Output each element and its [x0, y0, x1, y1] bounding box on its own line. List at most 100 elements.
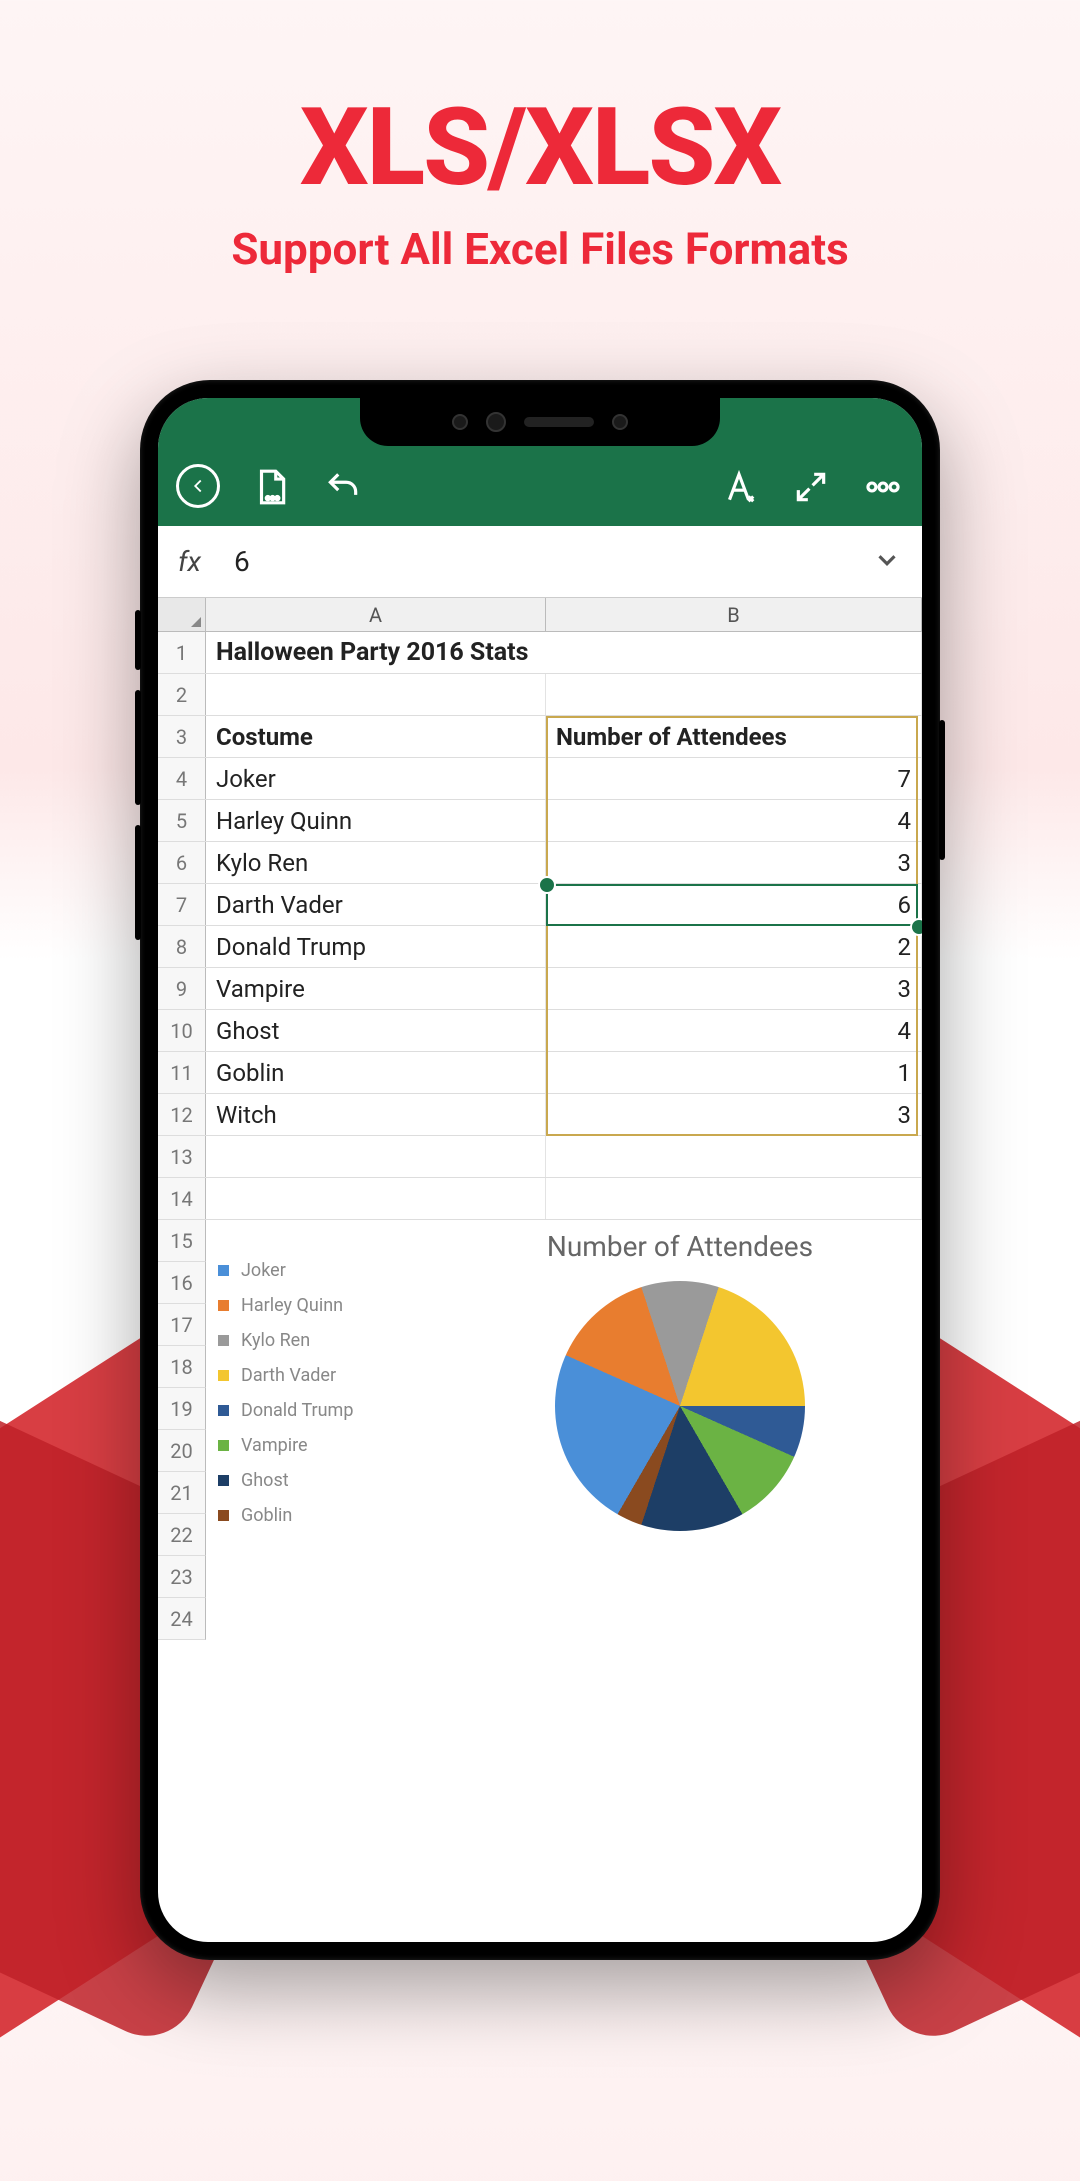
legend-item: Vampire: [218, 1435, 438, 1456]
row-header[interactable]: 20: [158, 1430, 206, 1472]
cell[interactable]: Kylo Ren: [206, 842, 546, 883]
legend-item: Joker: [218, 1260, 438, 1281]
table-row[interactable]: 2: [158, 674, 922, 716]
row-header[interactable]: 5: [158, 800, 206, 841]
legend-swatch: [218, 1335, 229, 1346]
row-header[interactable]: 10: [158, 1010, 206, 1051]
row-header[interactable]: 14: [158, 1178, 206, 1219]
legend-label: Ghost: [241, 1470, 289, 1491]
table-row[interactable]: 13: [158, 1136, 922, 1178]
row-header[interactable]: 22: [158, 1514, 206, 1556]
promo-header: XLS/XLSX Support All Excel Files Formats: [0, 0, 1080, 275]
column-headers: A B: [158, 598, 922, 632]
cell[interactable]: Ghost: [206, 1010, 546, 1051]
row-header[interactable]: 13: [158, 1136, 206, 1177]
cell[interactable]: Darth Vader: [206, 884, 546, 925]
row-header[interactable]: 24: [158, 1598, 206, 1640]
undo-icon[interactable]: [322, 466, 364, 508]
formula-bar[interactable]: fx 6: [158, 526, 922, 598]
cell[interactable]: 4: [546, 1010, 922, 1051]
legend-item: Harley Quinn: [218, 1295, 438, 1316]
row-header[interactable]: 23: [158, 1556, 206, 1598]
file-icon[interactable]: [250, 466, 292, 508]
legend-swatch: [218, 1510, 229, 1521]
cell[interactable]: Halloween Party 2016 Stats: [206, 632, 922, 673]
table-row[interactable]: 5Harley Quinn4: [158, 800, 922, 842]
cell[interactable]: 2: [546, 926, 922, 967]
table-row[interactable]: 9Vampire3: [158, 968, 922, 1010]
cell[interactable]: Number of Attendees: [546, 716, 922, 757]
chart-title: Number of Attendees: [438, 1230, 922, 1263]
fx-label: fx: [178, 545, 234, 578]
legend-item: Kylo Ren: [218, 1330, 438, 1351]
row-header[interactable]: 8: [158, 926, 206, 967]
legend-swatch: [218, 1405, 229, 1416]
cell[interactable]: Joker: [206, 758, 546, 799]
cell[interactable]: 7: [546, 758, 922, 799]
legend-label: Joker: [241, 1260, 286, 1281]
embedded-chart[interactable]: Joker Harley Quinn Kylo Ren Darth Vader Dona…: [206, 1220, 922, 1640]
table-row[interactable]: 1 Halloween Party 2016 Stats: [158, 632, 922, 674]
cell[interactable]: 6: [546, 884, 922, 925]
col-header-a[interactable]: A: [206, 598, 546, 631]
legend-item: Darth Vader: [218, 1365, 438, 1386]
phone-side-button: [135, 825, 141, 940]
row-header[interactable]: 15: [158, 1220, 206, 1262]
row-header[interactable]: 18: [158, 1346, 206, 1388]
more-icon[interactable]: [862, 466, 904, 508]
row-header[interactable]: 19: [158, 1388, 206, 1430]
cell[interactable]: 3: [546, 1094, 922, 1135]
pie-chart: [555, 1281, 805, 1531]
legend-label: Vampire: [241, 1435, 308, 1456]
cell[interactable]: Harley Quinn: [206, 800, 546, 841]
cell[interactable]: Vampire: [206, 968, 546, 1009]
row-header[interactable]: 3: [158, 716, 206, 757]
cell[interactable]: 4: [546, 800, 922, 841]
table-row[interactable]: 8Donald Trump2: [158, 926, 922, 968]
phone-side-button: [135, 610, 141, 670]
row-header[interactable]: 11: [158, 1052, 206, 1093]
row-header[interactable]: 2: [158, 674, 206, 715]
cell[interactable]: Costume: [206, 716, 546, 757]
row-header[interactable]: 12: [158, 1094, 206, 1135]
expand-icon[interactable]: [790, 466, 832, 508]
legend-swatch: [218, 1265, 229, 1276]
back-button[interactable]: [176, 464, 220, 508]
row-header[interactable]: 1: [158, 632, 206, 673]
table-row[interactable]: 4Joker7: [158, 758, 922, 800]
cell[interactable]: Donald Trump: [206, 926, 546, 967]
legend-item: Donald Trump: [218, 1400, 438, 1421]
table-row[interactable]: 6Kylo Ren3: [158, 842, 922, 884]
select-all-corner[interactable]: [158, 598, 206, 631]
legend-label: Kylo Ren: [241, 1330, 310, 1351]
spreadsheet[interactable]: A B 1 Halloween Party 2016 Stats 2 3 Cos…: [158, 598, 922, 1640]
row-header[interactable]: 4: [158, 758, 206, 799]
table-row[interactable]: 11Goblin1: [158, 1052, 922, 1094]
cell[interactable]: 1: [546, 1052, 922, 1093]
format-text-icon[interactable]: [718, 466, 760, 508]
formula-value[interactable]: 6: [234, 545, 872, 578]
legend-label: Harley Quinn: [241, 1295, 343, 1316]
cell[interactable]: 3: [546, 968, 922, 1009]
legend-swatch: [218, 1475, 229, 1486]
phone-notch: [360, 398, 720, 446]
legend-swatch: [218, 1440, 229, 1451]
row-header[interactable]: 17: [158, 1304, 206, 1346]
col-header-b[interactable]: B: [546, 598, 922, 631]
table-row[interactable]: 14: [158, 1178, 922, 1220]
legend-swatch: [218, 1300, 229, 1311]
table-row[interactable]: 7Darth Vader6: [158, 884, 922, 926]
cell[interactable]: Goblin: [206, 1052, 546, 1093]
cell[interactable]: Witch: [206, 1094, 546, 1135]
row-header[interactable]: 21: [158, 1472, 206, 1514]
legend-swatch: [218, 1370, 229, 1381]
cell[interactable]: 3: [546, 842, 922, 883]
row-header[interactable]: 16: [158, 1262, 206, 1304]
table-row[interactable]: 10Ghost4: [158, 1010, 922, 1052]
chevron-down-icon[interactable]: [872, 545, 902, 579]
table-row[interactable]: 12Witch3: [158, 1094, 922, 1136]
table-row[interactable]: 3 Costume Number of Attendees: [158, 716, 922, 758]
row-header[interactable]: 7: [158, 884, 206, 925]
row-header[interactable]: 6: [158, 842, 206, 883]
row-header[interactable]: 9: [158, 968, 206, 1009]
